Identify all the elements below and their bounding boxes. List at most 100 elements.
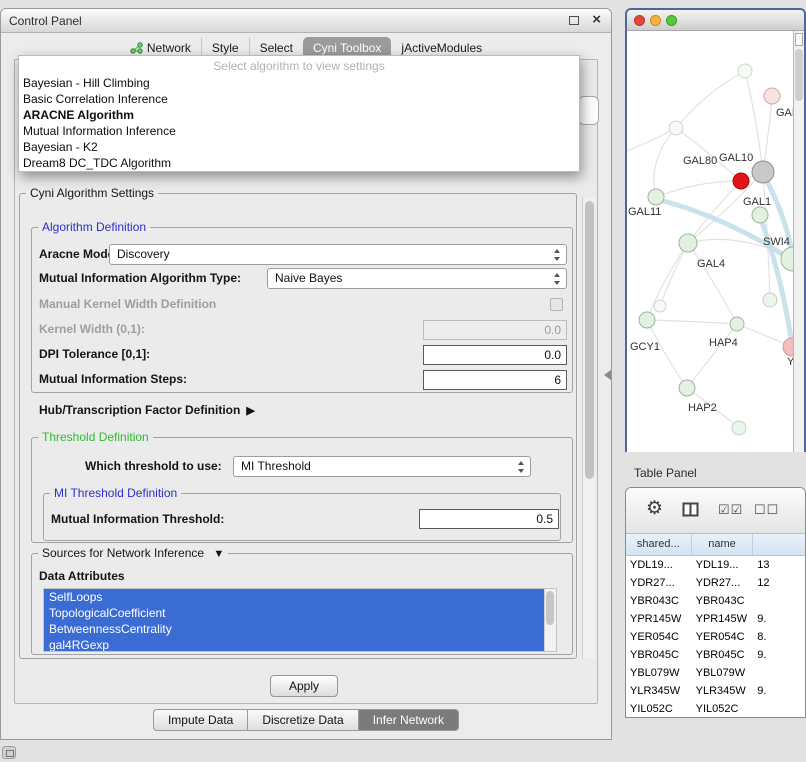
dpi-tolerance-input[interactable]: 0.0 [423,345,567,365]
column-header-name[interactable]: name [692,534,754,555]
close-window-icon[interactable] [634,15,645,26]
scrollbar-thumb[interactable] [546,591,554,625]
aracne-mode-combobox[interactable]: Discovery [109,244,567,265]
dropdown-item-mutual-information[interactable]: Mutual Information Inference [19,123,579,139]
cell[interactable]: YIL052C [626,700,692,717]
cell[interactable]: YBR043C [626,592,692,610]
gear-icon[interactable]: ⚙ [646,497,663,520]
select-all-icon[interactable]: ☑☑ [718,502,743,518]
panel-splitter-handle[interactable] [604,370,611,380]
kernel-width-input[interactable]: 0.0 [423,320,567,340]
cell[interactable]: 9. [753,646,805,664]
cell[interactable]: YBL079W [626,664,692,682]
dropdown-item-hill-climbing[interactable]: Bayesian - Hill Climbing [19,75,579,91]
dropdown-item-bayesian-k2[interactable]: Bayesian - K2 [19,139,579,155]
network-node-gal1[interactable] [752,207,768,223]
network-node-hap2[interactable] [679,380,695,396]
tab-infer-network[interactable]: Infer Network [358,709,459,731]
cell[interactable]: 8. [753,628,805,646]
table-row[interactable]: YLR345WYLR345W9. [626,682,805,700]
table-row[interactable]: YPR145WYPR145W9. [626,610,805,628]
cell[interactable] [753,664,805,682]
cell[interactable]: YDR27... [626,574,692,592]
table-row[interactable]: YDL19...YDL19...13 [626,556,805,574]
mi-threshold-input[interactable]: 0.5 [419,509,559,529]
collapsed-panel-icon[interactable] [2,746,16,759]
cell[interactable]: YPR145W [626,610,692,628]
network-node-gal80[interactable] [669,121,683,135]
cell[interactable] [753,592,805,610]
cell[interactable]: YLR345W [692,682,754,700]
which-threshold-combobox[interactable]: MI Threshold [233,456,531,477]
cell[interactable]: YBR045C [626,646,692,664]
network-node-gal4[interactable] [679,234,697,252]
column-header-shared-name[interactable]: shared... [626,534,692,555]
settings-scrollbar[interactable] [582,197,595,659]
cell[interactable]: 9. [753,682,805,700]
network-node-gal10[interactable] [752,161,774,183]
sources-group-title[interactable]: Sources for Network Inference ▼ [38,546,228,560]
cell[interactable]: 12 [753,574,805,592]
network-node[interactable] [763,293,777,307]
hub-definition-expander[interactable]: Hub/Transcription Factor Definition▶ [39,403,255,417]
table-row[interactable]: YBL079WYBL079W [626,664,805,682]
network-node-swi4[interactable] [781,247,793,271]
cell[interactable]: YPR145W [692,610,754,628]
table-row[interactable]: YBR043CYBR043C [626,592,805,610]
tab-discretize-data[interactable]: Discretize Data [247,709,357,731]
mi-type-combobox[interactable]: Naive Bayes [267,268,567,289]
mi-steps-input[interactable]: 6 [423,370,567,390]
table-row[interactable]: YDR27...YDR27...12 [626,574,805,592]
dropdown-item-basic-correlation[interactable]: Basic Correlation Inference [19,91,579,107]
apply-button[interactable]: Apply [270,675,338,697]
column-header-extra[interactable] [753,534,805,555]
cell[interactable]: 13 [753,556,805,574]
network-node-hap4[interactable] [730,317,744,331]
float-panel-icon[interactable] [569,16,579,25]
cell[interactable]: YDL19... [626,556,692,574]
attribute-item[interactable]: gal4RGexp [44,637,544,652]
network-node-gcy1[interactable] [639,312,655,328]
minimize-window-icon[interactable] [650,15,661,26]
dropdown-item-dream8[interactable]: Dream8 DC_TDC Algorithm [19,155,579,171]
manual-kernel-checkbox[interactable] [550,298,563,311]
cell[interactable]: YBL079W [692,664,754,682]
deselect-all-icon[interactable]: ☐☐ [754,502,779,518]
cell[interactable] [753,700,805,717]
table-row[interactable]: YIL052CYIL052C [626,700,805,717]
algorithm-combobox-fragment[interactable] [578,96,599,125]
columns-icon[interactable] [682,502,699,517]
attribute-item[interactable]: SelfLoops [44,589,544,605]
network-node[interactable] [732,421,746,435]
attribute-item[interactable]: TopologicalCoefficient [44,605,544,621]
network-canvas[interactable]: GAL GAL80 GAL10 GAL11 GAL1 SWI4 GAL4 GCY… [627,31,793,452]
cell[interactable]: YLR345W [626,682,692,700]
scrollbar-thumb[interactable] [585,201,594,479]
network-node[interactable] [738,64,752,78]
cell[interactable]: YBR045C [692,646,754,664]
attributes-scrollbar[interactable] [544,589,556,651]
network-node[interactable] [654,300,666,312]
cell[interactable]: YIL052C [692,700,754,717]
cell[interactable]: 9. [753,610,805,628]
cell[interactable]: YDR27... [692,574,754,592]
table-row[interactable]: YER054CYER054C8. [626,628,805,646]
network-node[interactable] [764,88,780,104]
zoom-window-icon[interactable] [666,15,677,26]
table-row[interactable]: YBR045CYBR045C9. [626,646,805,664]
scrollbar-thumb[interactable] [795,49,803,101]
node-label-gal: GAL [776,107,793,119]
cell[interactable]: YDL19... [692,556,754,574]
dropdown-item-aracne[interactable]: ARACNE Algorithm [19,107,579,123]
close-panel-icon[interactable]: × [592,11,601,28]
cell[interactable]: YER054C [626,628,692,646]
network-vertical-scrollbar[interactable] [793,31,804,452]
scrollbar-button[interactable] [795,33,803,46]
attribute-item[interactable]: BetweennessCentrality [44,621,544,637]
network-node-gal11[interactable] [648,189,664,205]
tab-impute-data[interactable]: Impute Data [153,709,247,731]
network-node-selected[interactable] [733,173,749,189]
cell[interactable]: YER054C [692,628,754,646]
cell[interactable]: YBR043C [692,592,754,610]
network-node-pink[interactable] [783,338,793,356]
